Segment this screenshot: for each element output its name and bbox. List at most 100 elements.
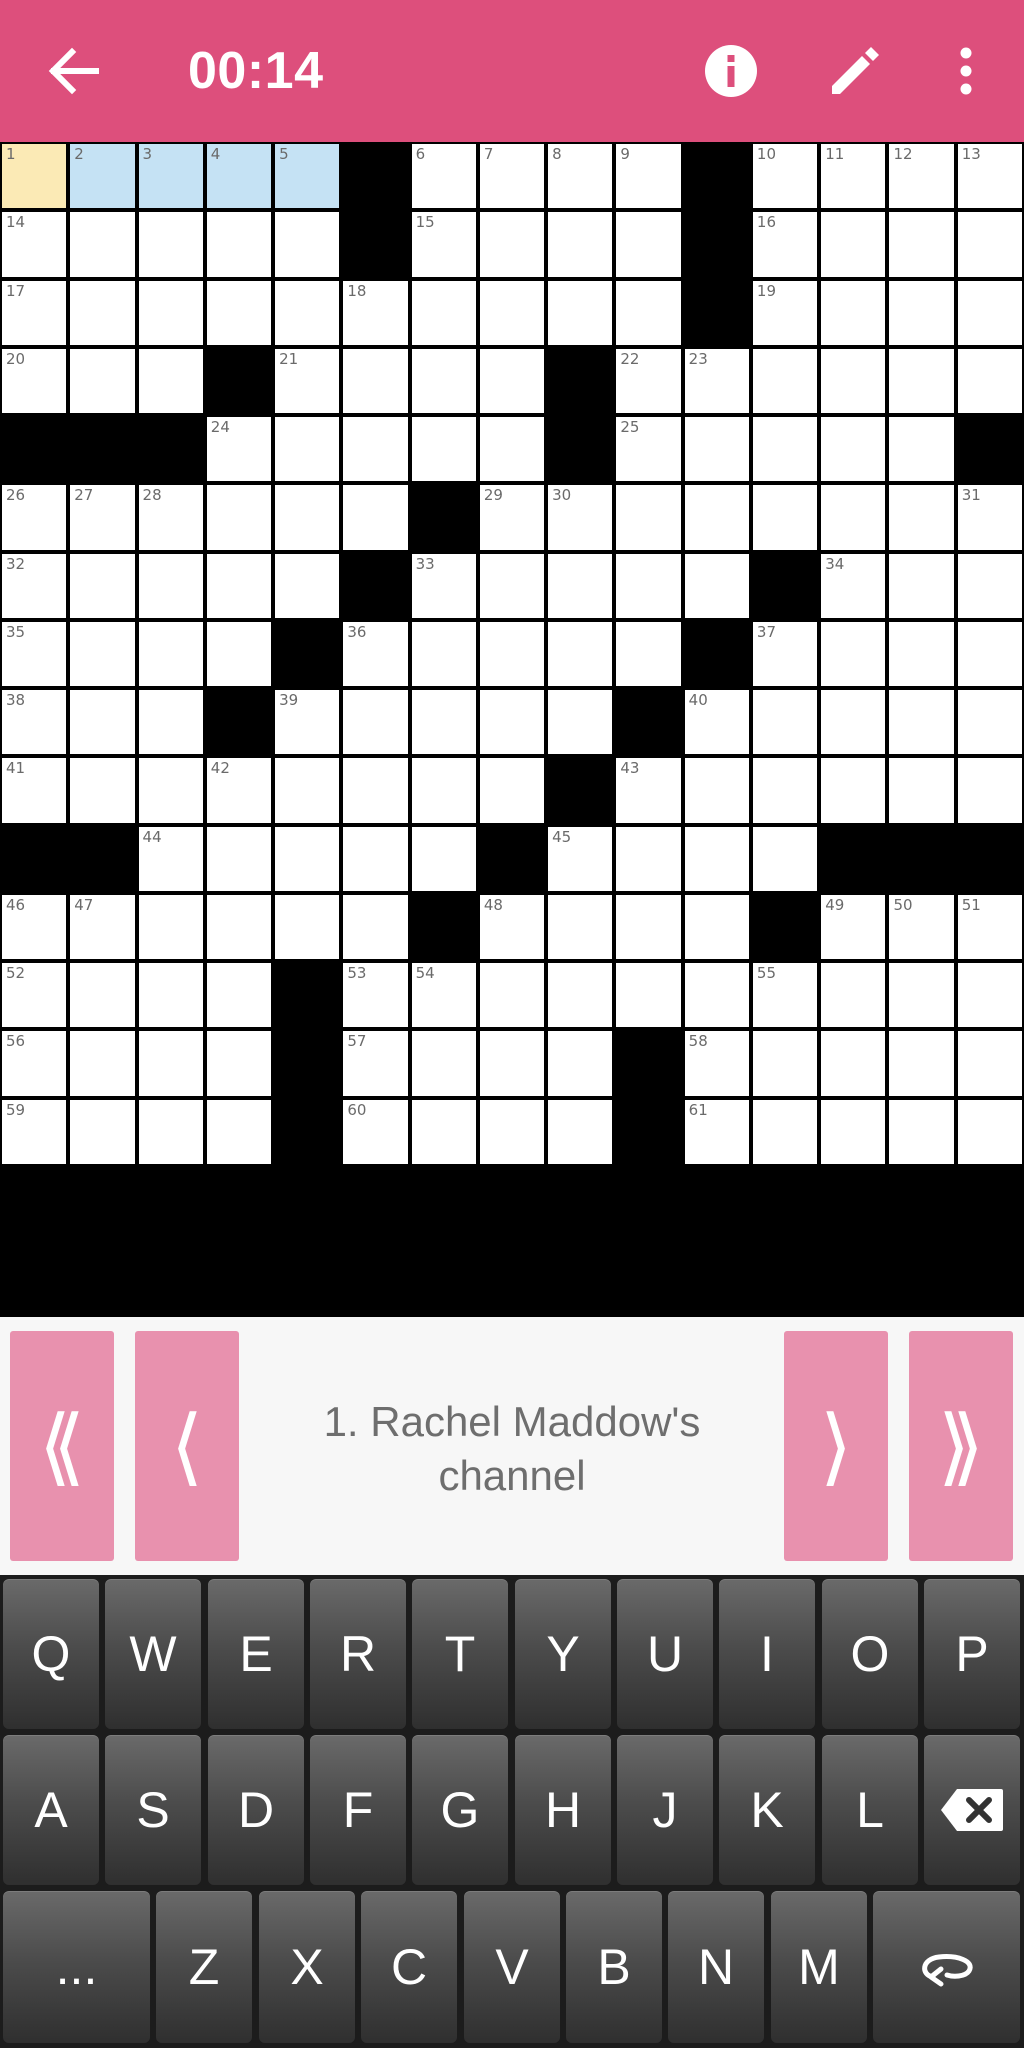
more-symbols-key[interactable]: ... — [3, 1891, 150, 2043]
grid-cell[interactable]: 57 — [343, 1031, 408, 1096]
grid-cell[interactable] — [957, 758, 1022, 823]
grid-cell[interactable] — [70, 621, 135, 687]
grid-cell[interactable]: 29 — [479, 485, 545, 550]
grid-cell[interactable]: 44 — [138, 826, 203, 891]
grid-cell[interactable] — [70, 1031, 135, 1096]
grid-cell[interactable] — [684, 826, 749, 891]
grid-cell[interactable]: 43 — [616, 758, 681, 823]
grid-cell[interactable] — [821, 485, 886, 550]
grid-cell[interactable]: 18 — [343, 280, 408, 345]
grid-cell[interactable] — [206, 894, 272, 960]
grid-cell[interactable]: 9 — [616, 144, 681, 209]
last-clue-button[interactable]: ⟫ — [909, 1331, 1013, 1561]
key-u[interactable]: U — [617, 1579, 713, 1729]
grid-cell[interactable] — [752, 826, 818, 891]
grid-cell[interactable]: 45 — [548, 826, 613, 891]
current-clue[interactable]: 1. Rachel Maddow's channel — [250, 1395, 774, 1503]
grid-cell[interactable] — [70, 690, 135, 755]
grid-cell[interactable]: 37 — [752, 621, 818, 687]
grid-cell[interactable] — [411, 348, 476, 414]
grid-cell[interactable] — [821, 1031, 886, 1096]
grid-cell[interactable]: 41 — [2, 758, 67, 823]
grid-cell[interactable]: 32 — [2, 553, 67, 618]
key-i[interactable]: I — [719, 1579, 815, 1729]
grid-cell[interactable] — [206, 553, 272, 618]
grid-cell[interactable] — [548, 963, 613, 1028]
grid-cell[interactable] — [479, 417, 545, 482]
grid-cell[interactable] — [821, 758, 886, 823]
grid-cell[interactable] — [70, 758, 135, 823]
grid-cell[interactable]: 49 — [821, 894, 886, 960]
grid-cell[interactable]: 7 — [479, 144, 545, 209]
grid-cell[interactable] — [138, 348, 203, 414]
grid-cell[interactable] — [343, 894, 408, 960]
grid-cell[interactable]: 50 — [889, 894, 954, 960]
grid-cell[interactable] — [206, 826, 272, 891]
grid-cell[interactable] — [957, 1099, 1022, 1164]
grid-cell[interactable] — [411, 1099, 476, 1164]
grid-cell[interactable] — [752, 417, 818, 482]
grid-cell[interactable] — [343, 348, 408, 414]
grid-cell[interactable] — [275, 485, 340, 550]
grid-cell[interactable] — [479, 758, 545, 823]
grid-cell[interactable] — [684, 963, 749, 1028]
grid-cell[interactable] — [821, 212, 886, 277]
grid-cell[interactable] — [957, 348, 1022, 414]
grid-cell[interactable] — [138, 758, 203, 823]
grid-cell[interactable] — [138, 621, 203, 687]
grid-cell[interactable]: 19 — [752, 280, 818, 345]
grid-cell[interactable] — [206, 1099, 272, 1164]
grid-cell[interactable] — [889, 621, 954, 687]
key-j[interactable]: J — [617, 1735, 713, 1885]
key-g[interactable]: G — [412, 1735, 508, 1885]
grid-cell[interactable] — [821, 280, 886, 345]
grid-cell[interactable] — [957, 690, 1022, 755]
grid-cell[interactable] — [275, 894, 340, 960]
grid-cell[interactable] — [889, 1031, 954, 1096]
key-q[interactable]: Q — [3, 1579, 99, 1729]
grid-cell[interactable] — [479, 348, 545, 414]
grid-cell[interactable] — [548, 1031, 613, 1096]
grid-cell[interactable] — [889, 963, 954, 1028]
grid-cell[interactable]: 34 — [821, 553, 886, 618]
grid-cell[interactable] — [411, 621, 476, 687]
grid-cell[interactable] — [616, 212, 681, 277]
grid-cell[interactable]: 36 — [343, 621, 408, 687]
grid-cell[interactable]: 17 — [2, 280, 67, 345]
grid-cell[interactable] — [616, 826, 681, 891]
grid-cell[interactable] — [479, 963, 545, 1028]
grid-cell-highlighted[interactable]: 3 — [138, 144, 203, 209]
grid-cell[interactable]: 40 — [684, 690, 749, 755]
grid-cell[interactable]: 59 — [2, 1099, 67, 1164]
grid-cell[interactable] — [275, 758, 340, 823]
grid-cell[interactable] — [70, 553, 135, 618]
grid-cell[interactable] — [138, 212, 203, 277]
grid-cell[interactable] — [138, 280, 203, 345]
grid-cell[interactable]: 10 — [752, 144, 818, 209]
grid-cell[interactable] — [821, 348, 886, 414]
grid-cell[interactable] — [343, 758, 408, 823]
grid-cell[interactable] — [138, 553, 203, 618]
grid-cell[interactable]: 56 — [2, 1031, 67, 1096]
grid-cell[interactable] — [616, 280, 681, 345]
backspace-key[interactable] — [924, 1735, 1020, 1885]
grid-cell[interactable]: 12 — [889, 144, 954, 209]
grid-cell[interactable]: 16 — [752, 212, 818, 277]
grid-cell[interactable] — [70, 212, 135, 277]
grid-cell[interactable] — [957, 1031, 1022, 1096]
grid-cell[interactable] — [821, 621, 886, 687]
key-d[interactable]: D — [208, 1735, 304, 1885]
grid-cell[interactable]: 6 — [411, 144, 476, 209]
key-v[interactable]: V — [464, 1891, 560, 2043]
grid-cell[interactable]: 48 — [479, 894, 545, 960]
grid-cell[interactable]: 55 — [752, 963, 818, 1028]
key-x[interactable]: X — [259, 1891, 355, 2043]
grid-cell[interactable]: 15 — [411, 212, 476, 277]
grid-cell[interactable] — [275, 826, 340, 891]
grid-cell[interactable] — [752, 1099, 818, 1164]
grid-cell[interactable] — [206, 212, 272, 277]
key-r[interactable]: R — [310, 1579, 406, 1729]
grid-cell[interactable] — [616, 553, 681, 618]
grid-cell[interactable]: 53 — [343, 963, 408, 1028]
grid-cell[interactable] — [684, 417, 749, 482]
